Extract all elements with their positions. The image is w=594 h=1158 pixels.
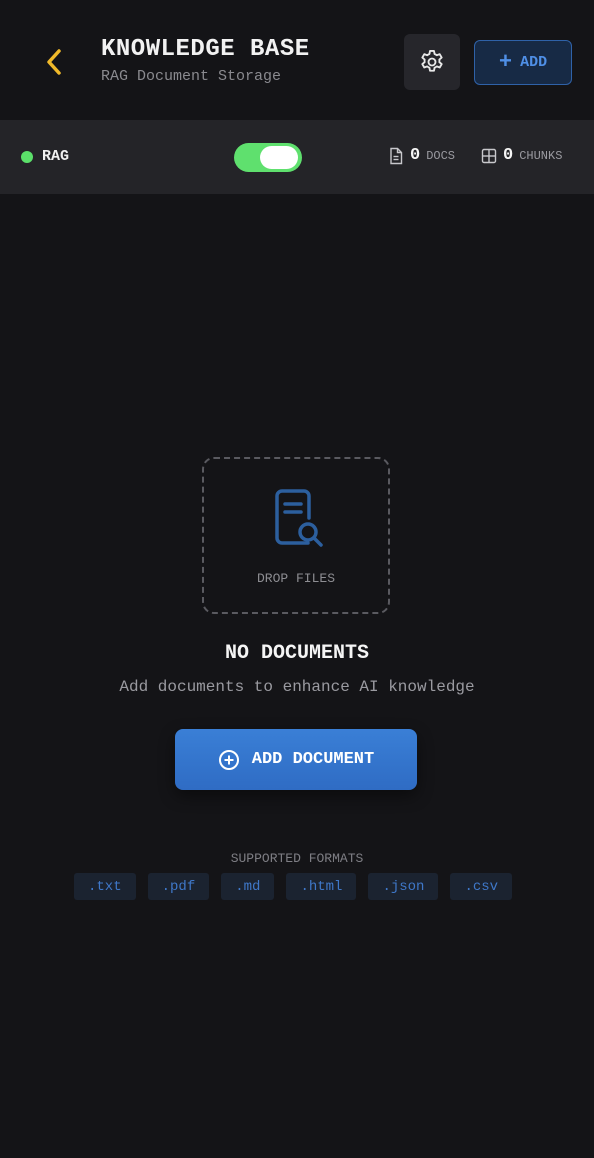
- toggle-knob: [260, 146, 298, 169]
- docs-stat: 0 DOCS: [388, 146, 455, 165]
- format-chip-txt: .txt: [74, 873, 136, 900]
- empty-state-description: Add documents to enhance AI knowledge: [119, 678, 475, 696]
- gear-icon: [421, 49, 443, 72]
- header: KNOWLEDGE BASE RAG Document Storage + AD…: [0, 0, 594, 120]
- format-chips: .txt .pdf .md .html .json .csv: [74, 873, 513, 900]
- chunks-stat: 0 CHUNKS: [481, 146, 562, 165]
- supported-formats-title: SUPPORTED FORMATS: [230, 851, 364, 866]
- format-chip-json: .json: [368, 873, 439, 900]
- rag-status-dot: [21, 151, 33, 163]
- format-chip-html: .html: [286, 873, 357, 900]
- plus-icon: +: [498, 49, 513, 75]
- document-search-icon: [275, 489, 323, 547]
- add-button-label: ADD: [520, 54, 548, 71]
- add-document-label: ADD DOCUMENT: [251, 750, 375, 769]
- chunks-count: 0: [503, 146, 514, 165]
- page-subtitle: RAG Document Storage: [101, 68, 282, 85]
- page-title: KNOWLEDGE BASE: [101, 36, 310, 63]
- grid-icon: [481, 148, 497, 163]
- format-chip-md: .md: [221, 873, 275, 900]
- docs-unit: DOCS: [426, 148, 456, 163]
- rag-label: RAG: [42, 148, 70, 165]
- plus-circle-icon: [218, 749, 239, 770]
- rag-toggle[interactable]: [234, 143, 302, 172]
- add-button[interactable]: + ADD: [474, 40, 572, 85]
- docs-count: 0: [410, 146, 421, 165]
- format-chip-pdf: .pdf: [147, 873, 210, 900]
- format-chip-csv: .csv: [450, 873, 513, 900]
- add-document-button[interactable]: ADD DOCUMENT: [175, 729, 417, 790]
- document-icon: [390, 147, 403, 164]
- settings-button[interactable]: [404, 34, 460, 90]
- drop-files-label: DROP FILES: [256, 571, 335, 586]
- back-button[interactable]: [36, 40, 72, 84]
- drop-zone[interactable]: DROP FILES: [202, 457, 390, 614]
- empty-state-title: NO DOCUMENTS: [224, 642, 370, 665]
- chevron-left-icon: [47, 49, 61, 75]
- chunks-unit: CHUNKS: [519, 148, 563, 163]
